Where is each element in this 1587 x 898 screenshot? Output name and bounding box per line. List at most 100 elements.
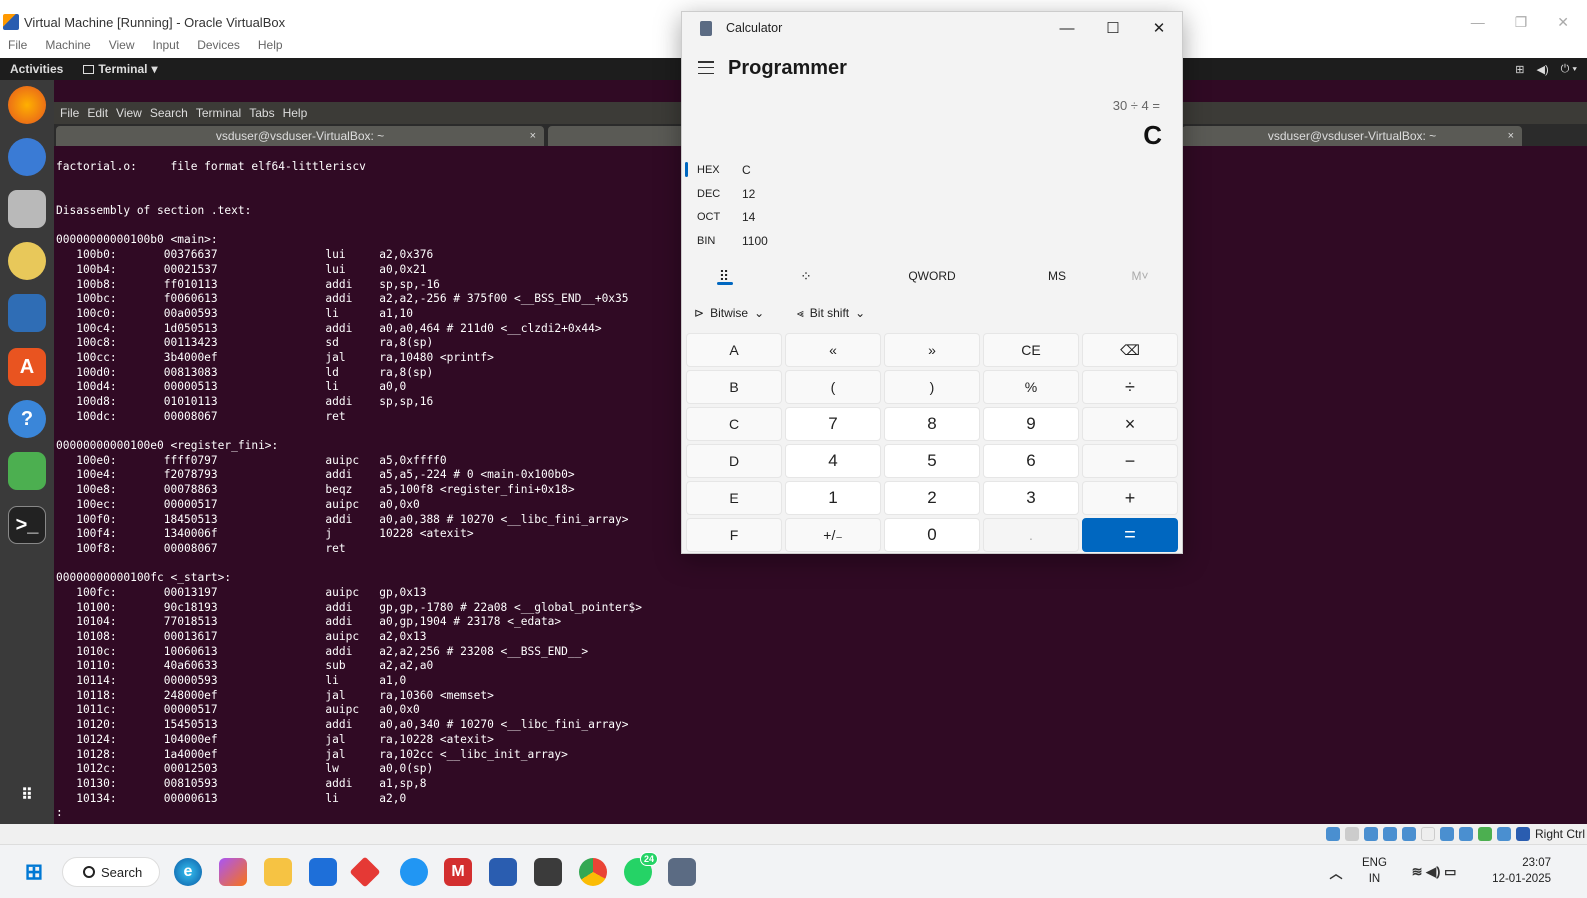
key-clear-entry[interactable]: CE — [983, 333, 1079, 367]
term-menu-search[interactable]: Search — [150, 106, 188, 120]
key-d[interactable]: D — [686, 444, 782, 478]
key-1[interactable]: 1 — [785, 481, 881, 515]
system-clock[interactable]: 23:07 12-01-2025 — [1492, 855, 1551, 887]
base-bin[interactable]: BIN 1100 — [697, 230, 897, 252]
anydesk-icon[interactable] — [349, 856, 381, 888]
firefox-icon[interactable] — [8, 86, 46, 124]
menu-file[interactable]: File — [8, 38, 27, 52]
maximize-icon[interactable]: ☐ — [1090, 12, 1136, 44]
menu-input[interactable]: Input — [153, 38, 180, 52]
key-3[interactable]: 3 — [983, 481, 1079, 515]
key-e[interactable]: E — [686, 481, 782, 515]
audio-icon[interactable] — [1363, 827, 1378, 841]
term-menu-file[interactable]: File — [60, 106, 79, 120]
terminal-tab-3[interactable]: vsduser@vsduser-VirtualBox: ~ × — [1182, 126, 1522, 146]
wifi-volume-battery-icons[interactable]: ≋ ◀) ▭ — [1404, 858, 1464, 886]
key-9[interactable]: 9 — [983, 407, 1079, 441]
key-multiply[interactable]: × — [1082, 407, 1178, 441]
backspace-icon[interactable]: ⌫ — [1082, 333, 1178, 367]
shared-folders-icon[interactable] — [1420, 827, 1435, 841]
help-icon[interactable]: ? — [8, 400, 46, 438]
term-menu-terminal[interactable]: Terminal — [196, 106, 241, 120]
key-4[interactable]: 4 — [785, 444, 881, 478]
files-icon[interactable] — [8, 190, 46, 228]
edge-icon[interactable]: e — [174, 858, 202, 886]
rhythmbox-icon[interactable] — [8, 242, 46, 280]
terminal-output[interactable]: factorial.o: file format elf64-littleris… — [56, 160, 696, 824]
key-equals[interactable]: = — [1082, 518, 1178, 552]
key-add[interactable]: + — [1082, 481, 1178, 515]
minimize-icon[interactable]: — — [1044, 12, 1090, 44]
base-dec[interactable]: DEC 12 — [697, 183, 897, 205]
hdd-icon[interactable] — [1325, 827, 1340, 841]
copilot-icon[interactable] — [219, 858, 247, 886]
key-divide[interactable]: ÷ — [1082, 370, 1178, 404]
volume-icon[interactable]: ◀) — [1536, 63, 1548, 76]
bitwise-dropdown[interactable]: ⊳ Bitwise ⌄ — [694, 302, 764, 324]
tab-close-icon[interactable]: × — [530, 130, 536, 142]
windows-start-icon[interactable]: ⊞ — [20, 858, 48, 886]
minimize-icon[interactable]: — — [1471, 14, 1485, 31]
virtualbox-taskbar-icon[interactable] — [534, 858, 562, 886]
display-icon[interactable] — [1439, 827, 1454, 841]
base-oct[interactable]: OCT 14 — [697, 206, 897, 228]
key-lshift[interactable]: « — [785, 333, 881, 367]
key-6[interactable]: 6 — [983, 444, 1079, 478]
key-8[interactable]: 8 — [884, 407, 980, 441]
key-b[interactable]: B — [686, 370, 782, 404]
memory-store-button[interactable]: MS — [1027, 260, 1087, 292]
term-menu-tabs[interactable]: Tabs — [249, 106, 274, 120]
term-menu-view[interactable]: View — [116, 106, 142, 120]
optical-drive-icon[interactable] — [1344, 827, 1359, 841]
terminal-icon[interactable]: >_ — [8, 506, 46, 544]
key-f[interactable]: F — [686, 518, 782, 552]
cpu-icon[interactable] — [1477, 827, 1492, 841]
base-hex[interactable]: HEX C — [685, 159, 897, 181]
key-a[interactable]: A — [686, 333, 782, 367]
key-close-paren[interactable]: ) — [884, 370, 980, 404]
close-icon[interactable]: ✕ — [1557, 14, 1569, 31]
term-menu-help[interactable]: Help — [283, 106, 308, 120]
usb-icon[interactable] — [1401, 827, 1416, 841]
menu-machine[interactable]: Machine — [45, 38, 90, 52]
hamburger-menu-icon[interactable] — [698, 61, 714, 75]
key-5[interactable]: 5 — [884, 444, 980, 478]
leafpad-icon[interactable] — [8, 452, 46, 490]
terminal-app-menu[interactable]: Terminal ▾ — [83, 62, 158, 76]
mcafee-icon[interactable]: M — [444, 858, 472, 886]
chevron-up-icon[interactable]: ︿ — [1322, 858, 1350, 886]
key-negate[interactable]: +/₋ — [785, 518, 881, 552]
key-7[interactable]: 7 — [785, 407, 881, 441]
eclipse-icon[interactable] — [400, 858, 428, 886]
word-size-button[interactable]: QWORD — [882, 260, 982, 292]
memory-view-button[interactable]: M˅ — [1110, 260, 1170, 292]
thunderbird-icon[interactable] — [8, 138, 46, 176]
key-subtract[interactable]: − — [1082, 444, 1178, 478]
calculator-taskbar-icon[interactable] — [668, 858, 696, 886]
key-open-paren[interactable]: ( — [785, 370, 881, 404]
app-grid-icon[interactable]: ⠿ — [8, 776, 46, 814]
network-status-icon[interactable] — [1382, 827, 1397, 841]
terminal-tab-1[interactable]: vsduser@vsduser-VirtualBox: ~ × — [56, 126, 544, 146]
power-icon[interactable]: ⏻ ▾ — [1561, 63, 1577, 76]
close-icon[interactable]: ✕ — [1136, 12, 1182, 44]
tab-close-icon[interactable]: × — [1508, 130, 1514, 142]
key-rshift[interactable]: » — [884, 333, 980, 367]
whatsapp-icon[interactable]: 24 — [624, 852, 658, 886]
taskbar-search[interactable]: Search — [62, 857, 160, 887]
key-2[interactable]: 2 — [884, 481, 980, 515]
software-icon[interactable]: A — [8, 348, 46, 386]
key-0[interactable]: 0 — [884, 518, 980, 552]
term-menu-edit[interactable]: Edit — [87, 106, 108, 120]
language-indicator[interactable]: ENG IN — [1362, 855, 1387, 887]
writer-icon[interactable] — [8, 294, 46, 332]
restore-icon[interactable]: ❐ — [1515, 14, 1528, 31]
file-explorer-icon[interactable] — [264, 858, 292, 886]
full-keypad-icon[interactable]: ⠿ — [704, 260, 744, 292]
network-icon[interactable]: ⊞ — [1515, 63, 1524, 76]
bit-toggle-keypad-icon[interactable]: ⁘ — [786, 260, 826, 292]
menu-devices[interactable]: Devices — [197, 38, 240, 52]
store-icon[interactable] — [309, 858, 337, 886]
key-decimal[interactable]: . — [983, 518, 1079, 552]
key-c[interactable]: C — [686, 407, 782, 441]
